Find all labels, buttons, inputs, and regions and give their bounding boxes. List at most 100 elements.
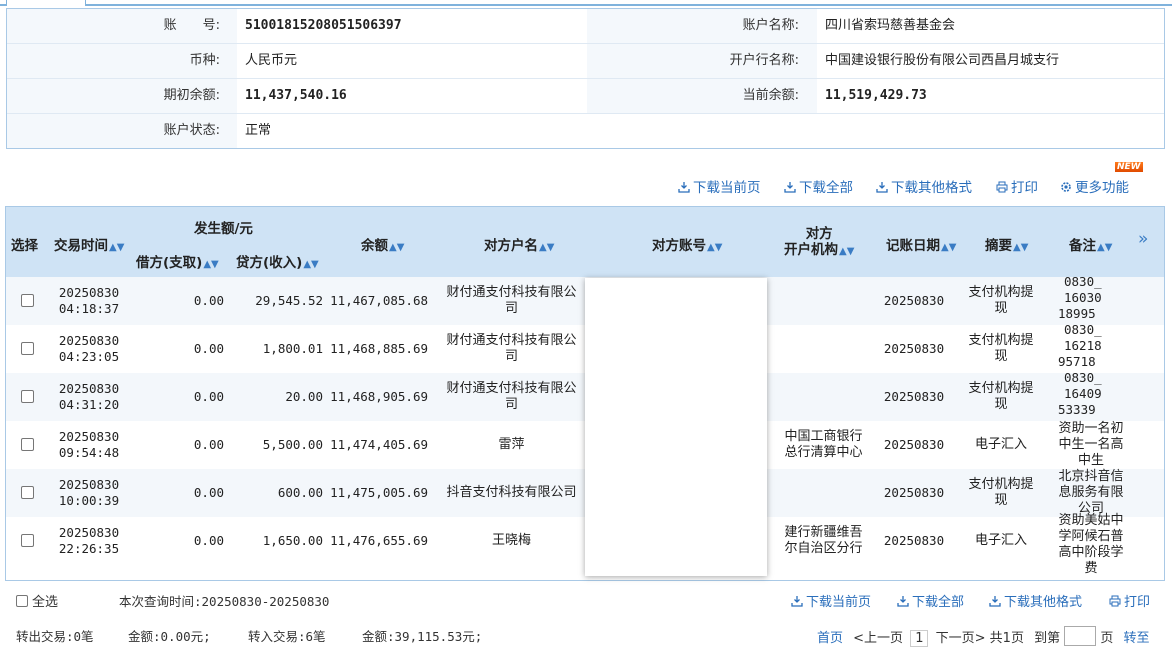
total-pages: 共1页 <box>989 631 1024 646</box>
download-icon <box>989 596 1001 607</box>
row-date: 20250830 <box>58 477 120 492</box>
prev-page-link[interactable]: <上一页 <box>853 631 903 646</box>
bank-value: 中国建设银行股份有限公司西昌月城支行 <box>825 53 1060 68</box>
row-post-date: 20250830 <box>883 341 945 356</box>
next-page-link[interactable]: 下一页> <box>936 631 986 646</box>
col-counter-account[interactable]: 对方账号▲▼ <box>652 234 722 254</box>
row-balance: 11,475,005.69 <box>330 485 428 500</box>
currency-label: 币种: <box>189 53 220 68</box>
row-note-line: 费 <box>1084 561 1098 576</box>
row-checkbox[interactable] <box>21 294 34 307</box>
col-note[interactable]: 备注▲▼ <box>1069 234 1112 254</box>
row-summary-line1: 支付机构提 <box>968 381 1034 396</box>
goto-button[interactable]: 转至 <box>1124 631 1150 646</box>
in-amount: 金额:39,115.53元; <box>362 629 483 644</box>
row-debit: 0.00 <box>193 437 224 452</box>
row-summary-line2: 现 <box>994 349 1008 364</box>
row-counter-name-line1: 财付通支付科技有限公 <box>446 285 577 300</box>
footer-actions: 全选 本次查询时间:20250830-20250830 下载当前页 下载全部 下… <box>0 591 1172 611</box>
account-name-value: 四川省索玛慈善基金会 <box>825 18 956 33</box>
row-debit: 0.00 <box>193 533 224 548</box>
row-note-line: 18995 <box>1058 306 1096 321</box>
footer-download-all-label: 下载全部 <box>912 595 965 610</box>
row-checkbox[interactable] <box>21 534 34 547</box>
row-debit: 0.00 <box>193 341 224 356</box>
row-note-line: 0830_ <box>1064 274 1102 289</box>
row-counter-name-line2: 司 <box>504 301 518 316</box>
col-counter-bank-line1: 对方 <box>805 226 833 242</box>
row-time: 04:23:05 <box>58 349 120 364</box>
account-name-label: 账户名称: <box>742 18 799 33</box>
row-note-line: 学阿候石普 <box>1058 529 1124 544</box>
first-page-link[interactable]: 首页 <box>817 631 843 646</box>
row-balance: 11,474,405.69 <box>330 437 428 452</box>
row-checkbox[interactable] <box>21 390 34 403</box>
printer-icon <box>1109 595 1121 607</box>
row-debit: 0.00 <box>193 389 224 404</box>
col-summary[interactable]: 摘要▲▼ <box>985 234 1028 254</box>
row-note-line: 中生一名高 <box>1058 437 1124 452</box>
row-counter-bank-line2: 总行清算中心 <box>784 445 863 460</box>
account-no-value: 51001815208051506397 <box>245 18 402 33</box>
col-counter-bank[interactable]: 对方 开户机构▲▼ <box>784 226 854 260</box>
col-post-date-label: 记账日期 <box>886 238 940 254</box>
sort-icon: ▲▼ <box>1013 242 1029 253</box>
info-row-status: 账户状态: 正常 <box>7 114 1164 149</box>
current-balance-value: 11,519,429.73 <box>825 88 927 103</box>
col-post-date[interactable]: 记账日期▲▼ <box>886 234 956 254</box>
row-counter-name-line1: 王晓梅 <box>491 533 531 548</box>
row-counter-name-line1: 财付通支付科技有限公 <box>446 333 577 348</box>
row-credit: 600.00 <box>277 485 323 500</box>
goto-prefix: 到第 <box>1034 631 1061 646</box>
col-counter-name[interactable]: 对方户名▲▼ <box>484 234 554 254</box>
sort-icon: ▲▼ <box>303 259 319 270</box>
top-tab-strip <box>0 0 1172 6</box>
sort-icon: ▲▼ <box>941 242 957 253</box>
row-counter-bank-line1: 建行新疆维吾 <box>784 525 863 540</box>
footer-print-button[interactable]: 打印 <box>1109 591 1150 610</box>
row-counter-name-line1: 雷萍 <box>498 437 525 452</box>
row-checkbox[interactable] <box>21 486 34 499</box>
col-time[interactable]: 交易时间▲▼ <box>54 234 124 254</box>
goto-page-input[interactable] <box>1064 626 1097 646</box>
footer-print-label: 打印 <box>1124 595 1151 610</box>
row-note-line: 中生 <box>1077 453 1104 468</box>
row-credit: 1,650.00 <box>262 533 323 548</box>
active-tab[interactable] <box>6 0 86 6</box>
row-post-date: 20250830 <box>883 389 945 404</box>
download-other-button[interactable]: 下载其他格式 <box>876 176 972 196</box>
account-no-label: 账 号: <box>163 18 220 33</box>
gear-icon <box>1061 182 1071 192</box>
info-row-account: 账 号: 51001815208051506397 账户名称: 四川省索玛慈善基… <box>7 9 1164 44</box>
row-post-date: 20250830 <box>883 485 945 500</box>
more-functions-button[interactable]: 更多功能 <box>1060 176 1129 196</box>
row-note-line: 资助美姑中 <box>1058 513 1124 528</box>
sort-icon: ▲▼ <box>1097 242 1113 253</box>
download-all-label: 下载全部 <box>799 180 853 196</box>
col-time-label: 交易时间 <box>54 238 108 254</box>
col-credit[interactable]: 贷方(收入)▲▼ <box>236 251 319 271</box>
print-button[interactable]: 打印 <box>996 176 1038 196</box>
row-time: 09:54:48 <box>58 445 120 460</box>
footer-download-page-button[interactable]: 下载当前页 <box>791 591 871 610</box>
row-counter-name-line2: 司 <box>504 349 518 364</box>
expand-columns-icon[interactable]: » <box>1138 229 1148 249</box>
row-balance: 11,468,905.69 <box>330 389 428 404</box>
row-time: 04:31:20 <box>58 397 120 412</box>
row-credit: 5,500.00 <box>262 437 323 452</box>
row-summary-line1: 电子汇入 <box>974 437 1027 452</box>
download-all-button[interactable]: 下载全部 <box>784 176 853 196</box>
col-amount-group: 发生额/元 <box>194 221 253 237</box>
footer-download-other-button[interactable]: 下载其他格式 <box>989 591 1082 610</box>
row-time: 10:00:39 <box>58 493 120 508</box>
select-all-checkbox[interactable]: 全选 <box>16 591 58 610</box>
col-debit[interactable]: 借方(支取)▲▼ <box>136 251 219 271</box>
row-checkbox[interactable] <box>21 342 34 355</box>
footer-download-all-button[interactable]: 下载全部 <box>897 591 964 610</box>
download-page-button[interactable]: 下载当前页 <box>678 176 761 196</box>
row-checkbox[interactable] <box>21 438 34 451</box>
col-balance[interactable]: 余额▲▼ <box>361 234 404 254</box>
query-time: 本次查询时间:20250830-20250830 <box>119 594 330 609</box>
row-summary-line1: 支付机构提 <box>968 333 1034 348</box>
download-icon <box>897 596 909 607</box>
